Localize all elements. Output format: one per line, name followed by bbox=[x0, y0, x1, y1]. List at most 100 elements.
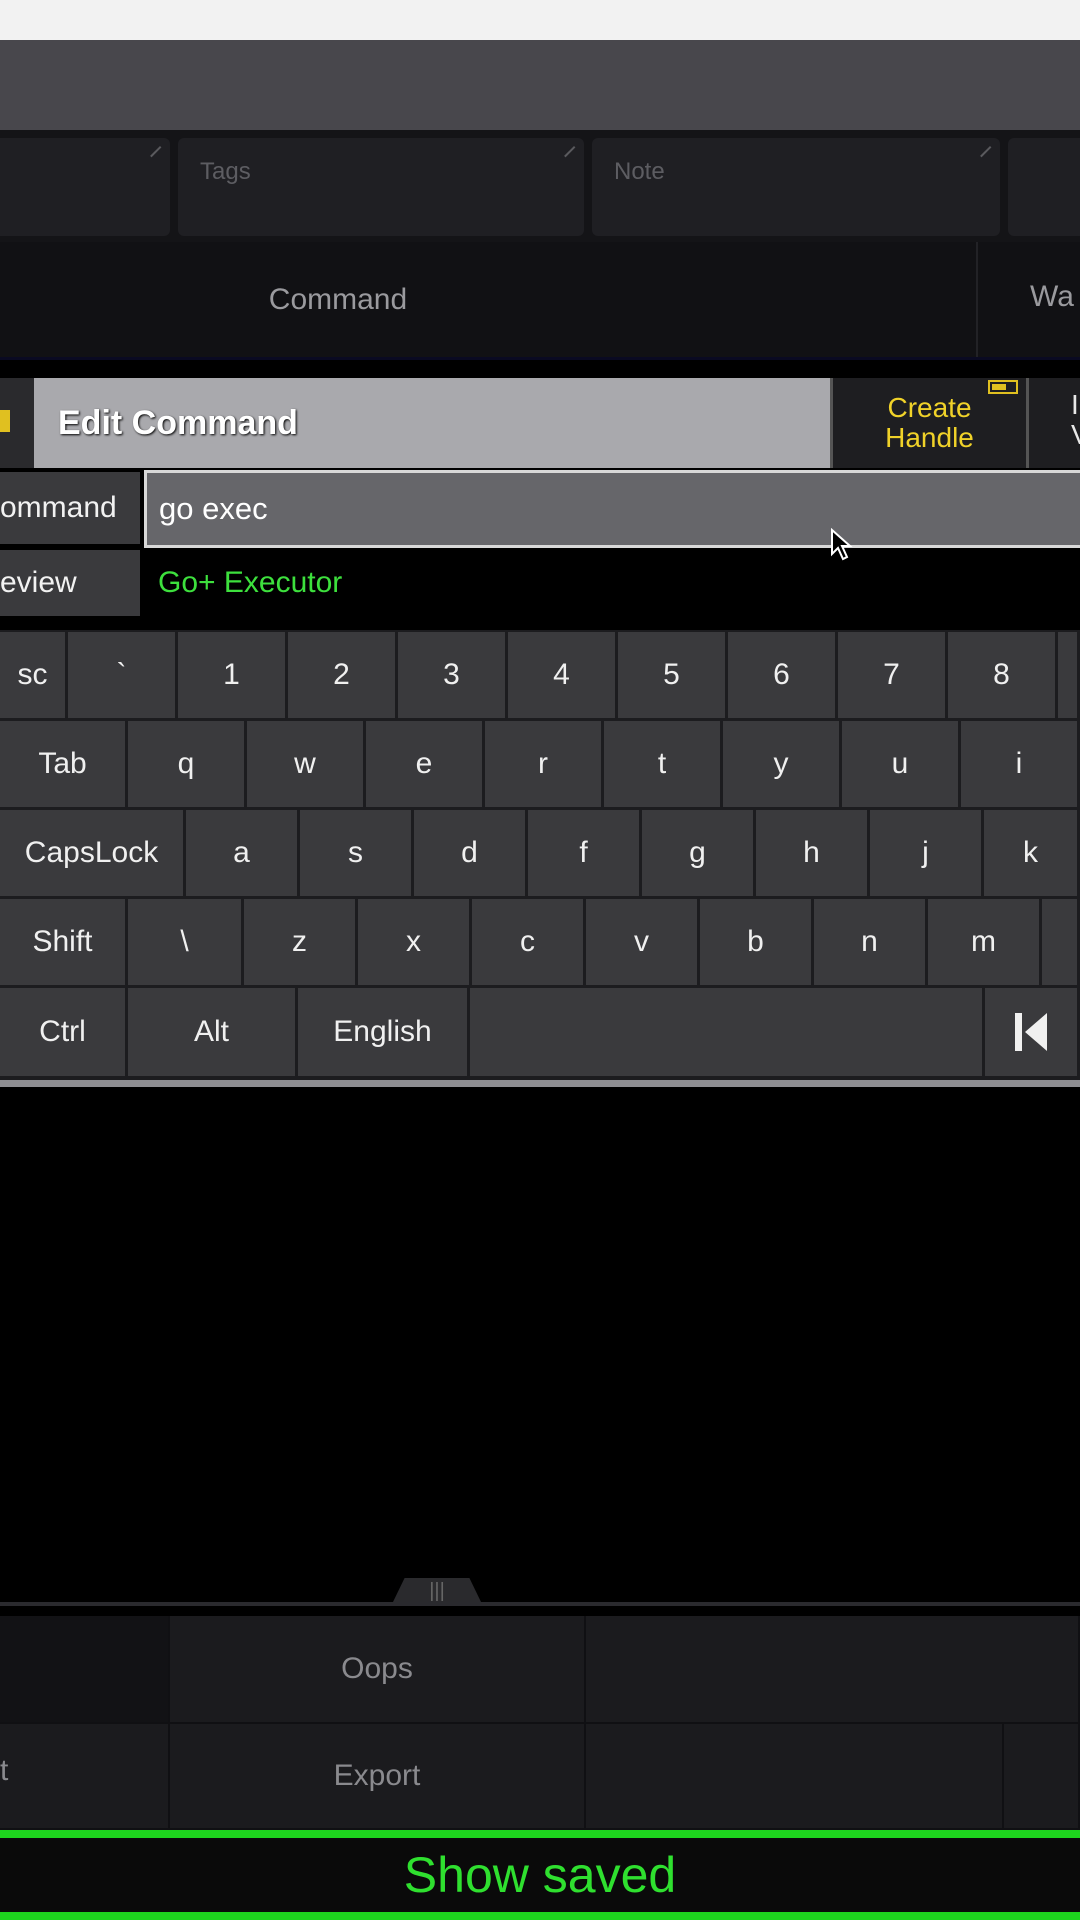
key-8[interactable]: 8 bbox=[948, 632, 1058, 718]
key-z[interactable]: z bbox=[244, 899, 358, 985]
key-label: Ctrl bbox=[39, 1015, 86, 1048]
key-y[interactable]: y bbox=[723, 721, 842, 807]
key-label: 7 bbox=[883, 658, 900, 691]
key-t[interactable]: t bbox=[604, 721, 723, 807]
key-label: CapsLock bbox=[24, 836, 159, 869]
key-label: m bbox=[971, 925, 996, 958]
skip-back-icon bbox=[1015, 1013, 1047, 1051]
create-handle-line2: Handle bbox=[885, 422, 974, 453]
partial-right-button[interactable]: I V bbox=[1026, 378, 1080, 468]
key-w[interactable]: w bbox=[247, 721, 366, 807]
key-backtick[interactable]: ` bbox=[68, 632, 178, 718]
key-3[interactable]: 3 bbox=[398, 632, 508, 718]
key-n[interactable]: n bbox=[814, 899, 928, 985]
partial-right-line2: V bbox=[1071, 420, 1080, 450]
tab-wait[interactable]: Wa bbox=[1030, 280, 1074, 314]
trigger-band: Command Wa bbox=[0, 242, 1080, 360]
keyboard-bottom-divider bbox=[0, 1080, 1080, 1087]
key-label: 6 bbox=[773, 658, 790, 691]
key-label: Shift bbox=[32, 925, 93, 958]
key-q[interactable]: q bbox=[128, 721, 247, 807]
key-c[interactable]: c bbox=[472, 899, 586, 985]
key-j[interactable]: j bbox=[870, 810, 984, 896]
command-input[interactable]: go exec bbox=[144, 470, 1080, 548]
key-home[interactable] bbox=[985, 988, 1080, 1076]
key-space[interactable] bbox=[470, 988, 985, 1076]
tab-command[interactable]: Command bbox=[0, 242, 676, 357]
edit-command-title-text: Edit Command bbox=[58, 403, 298, 442]
on-screen-keyboard: sc ` 1 2 3 4 5 6 7 8 Tab q w e r t y u i… bbox=[0, 630, 1080, 1082]
key-x[interactable]: x bbox=[358, 899, 472, 985]
tab-command-label: Command bbox=[268, 282, 408, 316]
key-label: ` bbox=[116, 658, 127, 691]
extra-field[interactable] bbox=[1008, 138, 1080, 236]
key-label: i bbox=[1015, 747, 1023, 780]
key-g[interactable]: g bbox=[642, 810, 756, 896]
key-4[interactable]: 4 bbox=[508, 632, 618, 718]
key-e[interactable]: e bbox=[366, 721, 485, 807]
preview-row-label: eview bbox=[0, 550, 140, 616]
preview-value-text: Go+ Executor bbox=[158, 566, 343, 599]
key-shift[interactable]: Shift bbox=[0, 899, 128, 985]
export-button[interactable]: Export bbox=[170, 1724, 586, 1830]
bottom-divider bbox=[0, 1602, 1080, 1606]
edit-command-title: Edit Command bbox=[34, 378, 830, 468]
edit-corner-icon bbox=[150, 146, 172, 168]
tab-wait-label: Wa bbox=[1030, 280, 1074, 313]
key-s[interactable]: s bbox=[300, 810, 414, 896]
bottom-panel-mid-bottom[interactable] bbox=[586, 1724, 1004, 1830]
key-comma-partial[interactable] bbox=[1042, 899, 1080, 985]
resize-grip-handle[interactable]: ||| bbox=[392, 1578, 482, 1604]
key-7[interactable]: 7 bbox=[838, 632, 948, 718]
key-1[interactable]: 1 bbox=[178, 632, 288, 718]
key-label: a bbox=[233, 836, 250, 869]
create-handle-button[interactable]: Create Handle bbox=[830, 378, 1026, 468]
key-label: 4 bbox=[553, 658, 570, 691]
oops-button[interactable]: Oops bbox=[170, 1616, 586, 1724]
key-esc[interactable]: sc bbox=[0, 632, 68, 718]
name-field[interactable] bbox=[0, 138, 172, 236]
key-a[interactable]: a bbox=[186, 810, 300, 896]
key-language[interactable]: English bbox=[298, 988, 470, 1076]
key-tab[interactable]: Tab bbox=[0, 721, 128, 807]
key-f[interactable]: f bbox=[528, 810, 642, 896]
key-label: z bbox=[292, 925, 307, 958]
pin-icon bbox=[0, 410, 10, 432]
key-label: s bbox=[348, 836, 363, 869]
key-label: h bbox=[803, 836, 820, 869]
bottom-panel-right-bottom[interactable] bbox=[1004, 1724, 1080, 1830]
key-m[interactable]: m bbox=[928, 899, 1042, 985]
key-label: k bbox=[1023, 836, 1038, 869]
key-label: e bbox=[415, 747, 433, 780]
key-6[interactable]: 6 bbox=[728, 632, 838, 718]
window-title-bar bbox=[0, 40, 1080, 130]
bottom-panel-right-top[interactable] bbox=[586, 1616, 1080, 1724]
key-u[interactable]: u bbox=[842, 721, 961, 807]
key-2[interactable]: 2 bbox=[288, 632, 398, 718]
key-r[interactable]: r bbox=[485, 721, 604, 807]
key-b[interactable]: b bbox=[700, 899, 814, 985]
key-label: 5 bbox=[663, 658, 680, 691]
status-text: Show saved bbox=[403, 1847, 677, 1903]
key-capslock[interactable]: CapsLock bbox=[0, 810, 186, 896]
key-v[interactable]: v bbox=[586, 899, 700, 985]
key-5[interactable]: 5 bbox=[618, 632, 728, 718]
key-k[interactable]: k bbox=[984, 810, 1080, 896]
preview-row-label-text: eview bbox=[0, 566, 77, 599]
left-partial-label: t bbox=[0, 1754, 9, 1787]
key-label: n bbox=[861, 925, 878, 958]
key-ctrl[interactable]: Ctrl bbox=[0, 988, 128, 1076]
key-d[interactable]: d bbox=[414, 810, 528, 896]
bottom-panel-left-bottom[interactable]: t bbox=[0, 1724, 170, 1830]
oops-label: Oops bbox=[341, 1652, 413, 1685]
key-label: t bbox=[657, 747, 667, 780]
key-backslash[interactable]: \ bbox=[128, 899, 244, 985]
key-h[interactable]: h bbox=[756, 810, 870, 896]
key-i[interactable]: i bbox=[961, 721, 1080, 807]
note-field[interactable]: Note bbox=[592, 138, 1002, 236]
key-alt[interactable]: Alt bbox=[128, 988, 298, 1076]
key-label: sc bbox=[17, 658, 48, 691]
bottom-panel-left-top[interactable] bbox=[0, 1616, 170, 1724]
key-9-partial[interactable] bbox=[1058, 632, 1080, 718]
tags-field[interactable]: Tags bbox=[178, 138, 586, 236]
